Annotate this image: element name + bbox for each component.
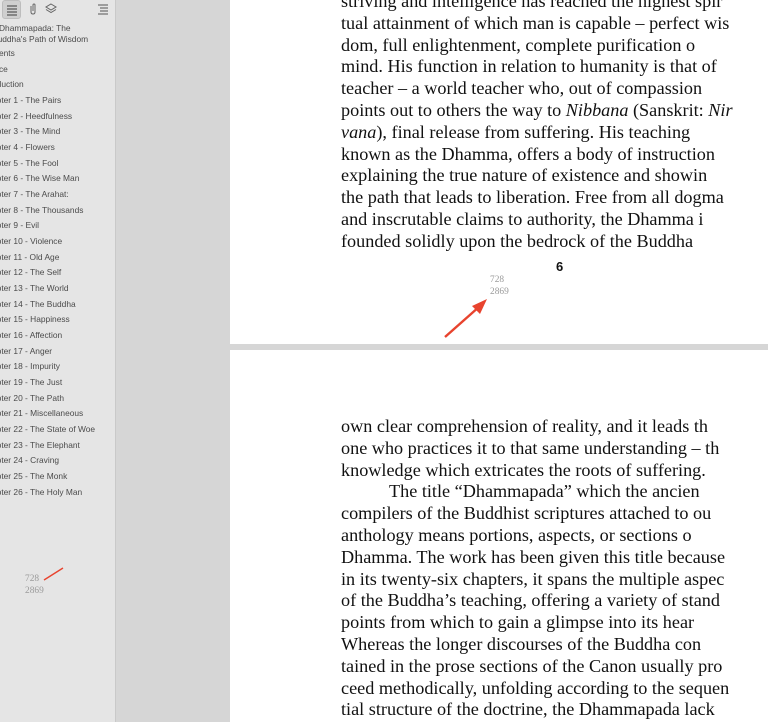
text-line: tained in the prose sections of the Cano… <box>341 655 723 676</box>
toc-item[interactable]: apter 10 - Violence <box>0 236 62 247</box>
toc-item[interactable]: apter 14 - The Buddha <box>0 299 76 310</box>
text-line: anthology means portions, aspects, or se… <box>341 524 692 545</box>
pdf-page: striving and intelligence has reached th… <box>230 0 768 344</box>
overlay-number: 2869 <box>490 287 509 297</box>
text-line: points out to others the way to Nibbana … <box>341 99 733 120</box>
toc-item[interactable]: apter 20 - The Path <box>0 393 64 404</box>
text-line: and inscrutable claims to authority, the… <box>341 208 704 229</box>
annotation-arrow-icon <box>444 299 487 338</box>
text-line: tial structure of the doctrine, the Dham… <box>341 699 715 720</box>
pdf-page: own clear comprehension of reality, and … <box>230 350 768 722</box>
toc-item[interactable]: apter 25 - The Monk <box>0 471 67 482</box>
text-line: compilers of the Buddhist scriptures att… <box>341 503 712 524</box>
toc-item[interactable]: apter 6 - The Wise Man <box>0 173 79 184</box>
layers-icon <box>44 2 57 13</box>
text-line: ceed methodically, unfolding according t… <box>341 677 730 698</box>
toc-item[interactable]: apter 11 - Old Age <box>0 252 59 263</box>
outline-options-button[interactable] <box>94 0 111 17</box>
text-line: vana), final release from suffering. His… <box>341 121 691 142</box>
text-line: mind. His function in relation to humani… <box>341 56 717 77</box>
text-line: Dhamma. The work has been given this tit… <box>341 546 726 567</box>
text-line: tual attainment of which man is capable … <box>341 12 730 33</box>
overlay-number: 2869 <box>25 586 44 596</box>
text-line: of the Buddha’s teaching, offering a var… <box>341 590 720 611</box>
toc-item[interactable]: apter 16 - Affection <box>0 330 62 341</box>
sidebar: e Dhammapada: The Buddha's Path of Wisdo… <box>0 0 116 722</box>
text-line: points from which to gain a glimpse into… <box>341 612 695 633</box>
toc-item[interactable]: oduction <box>0 79 24 90</box>
toc-item[interactable]: apter 15 - Happiness <box>0 314 70 325</box>
toc-item[interactable]: apter 9 - Evil <box>0 220 39 231</box>
toc-item[interactable]: apter 23 - The Elephant <box>0 440 80 451</box>
toc-item[interactable]: apter 22 - The State of Woe <box>0 424 95 435</box>
text-line: own clear comprehension of reality, and … <box>341 416 708 436</box>
toc-item[interactable]: apter 1 - The Pairs <box>0 95 61 106</box>
toc-item[interactable]: apter 8 - The Thousands <box>0 205 83 216</box>
toc-item[interactable]: apter 17 - Anger <box>0 346 52 357</box>
toc-item[interactable]: apter 4 - Flowers <box>0 142 55 153</box>
text-line: one who practices it to that same unders… <box>341 437 720 458</box>
annotation-arrow-icon <box>43 567 64 581</box>
text-line: dom, full enlightenment, complete purifi… <box>341 34 696 55</box>
outline-options-icon <box>97 4 108 14</box>
toc-item[interactable]: ntents <box>0 48 15 59</box>
text-line: Whereas the longer discourses of the Bud… <box>341 633 702 654</box>
list-icon <box>6 4 17 16</box>
toc-item[interactable]: apter 26 - The Holy Man <box>0 487 82 498</box>
text-line: explaining the true nature of existence … <box>341 165 708 186</box>
text-line: knowledge which extricates the roots of … <box>341 459 706 480</box>
list-view-button[interactable] <box>2 0 21 19</box>
paperclip-icon <box>30 2 35 15</box>
page-body-text: own clear comprehension of reality, and … <box>341 416 768 721</box>
text-line: founded solidly upon the bedrock of the … <box>341 230 694 251</box>
toc-item[interactable]: apter 19 - The Just <box>0 377 62 388</box>
text-line: in its twenty-six chapters, it spans the… <box>341 568 725 589</box>
toc-item[interactable]: apter 24 - Craving <box>0 455 59 466</box>
text-line: The title “Dhammapada” which the ancien <box>389 481 700 502</box>
toc-item[interactable]: apter 5 - The Fool <box>0 158 58 169</box>
overlay-number: 728 <box>25 574 40 584</box>
text-line: teacher – a world teacher who, out of co… <box>341 78 703 99</box>
layers-button[interactable] <box>42 0 59 17</box>
toc-item[interactable]: apter 12 - The Self <box>0 267 61 278</box>
text-line: the path that leads to liberation. Free … <box>341 187 724 208</box>
text-line: known as the Dhamma, offers a body of in… <box>341 143 715 164</box>
toc-item[interactable]: face <box>0 64 8 75</box>
page-number: 6 <box>556 259 564 274</box>
toc-item[interactable]: e Dhammapada: The Buddha's Path of Wisdo… <box>0 23 102 45</box>
toc-item[interactable]: apter 3 - The Mind <box>0 126 60 137</box>
toc-item[interactable]: apter 21 - Miscellaneous <box>0 408 83 419</box>
text-line: striving and intelligence has reached th… <box>341 0 723 11</box>
overlay-number: 728 <box>490 275 505 285</box>
toc-item[interactable]: apter 13 - The World <box>0 283 69 294</box>
attachments-button[interactable] <box>24 0 41 17</box>
toc-item[interactable]: apter 18 - Impurity <box>0 361 60 372</box>
sidebar-toolbar <box>0 0 115 19</box>
toc-item[interactable]: apter 2 - Heedfulness <box>0 111 72 122</box>
page-body-text: striving and intelligence has reached th… <box>341 0 768 253</box>
toc-item[interactable]: apter 7 - The Arahat: <box>0 189 69 200</box>
